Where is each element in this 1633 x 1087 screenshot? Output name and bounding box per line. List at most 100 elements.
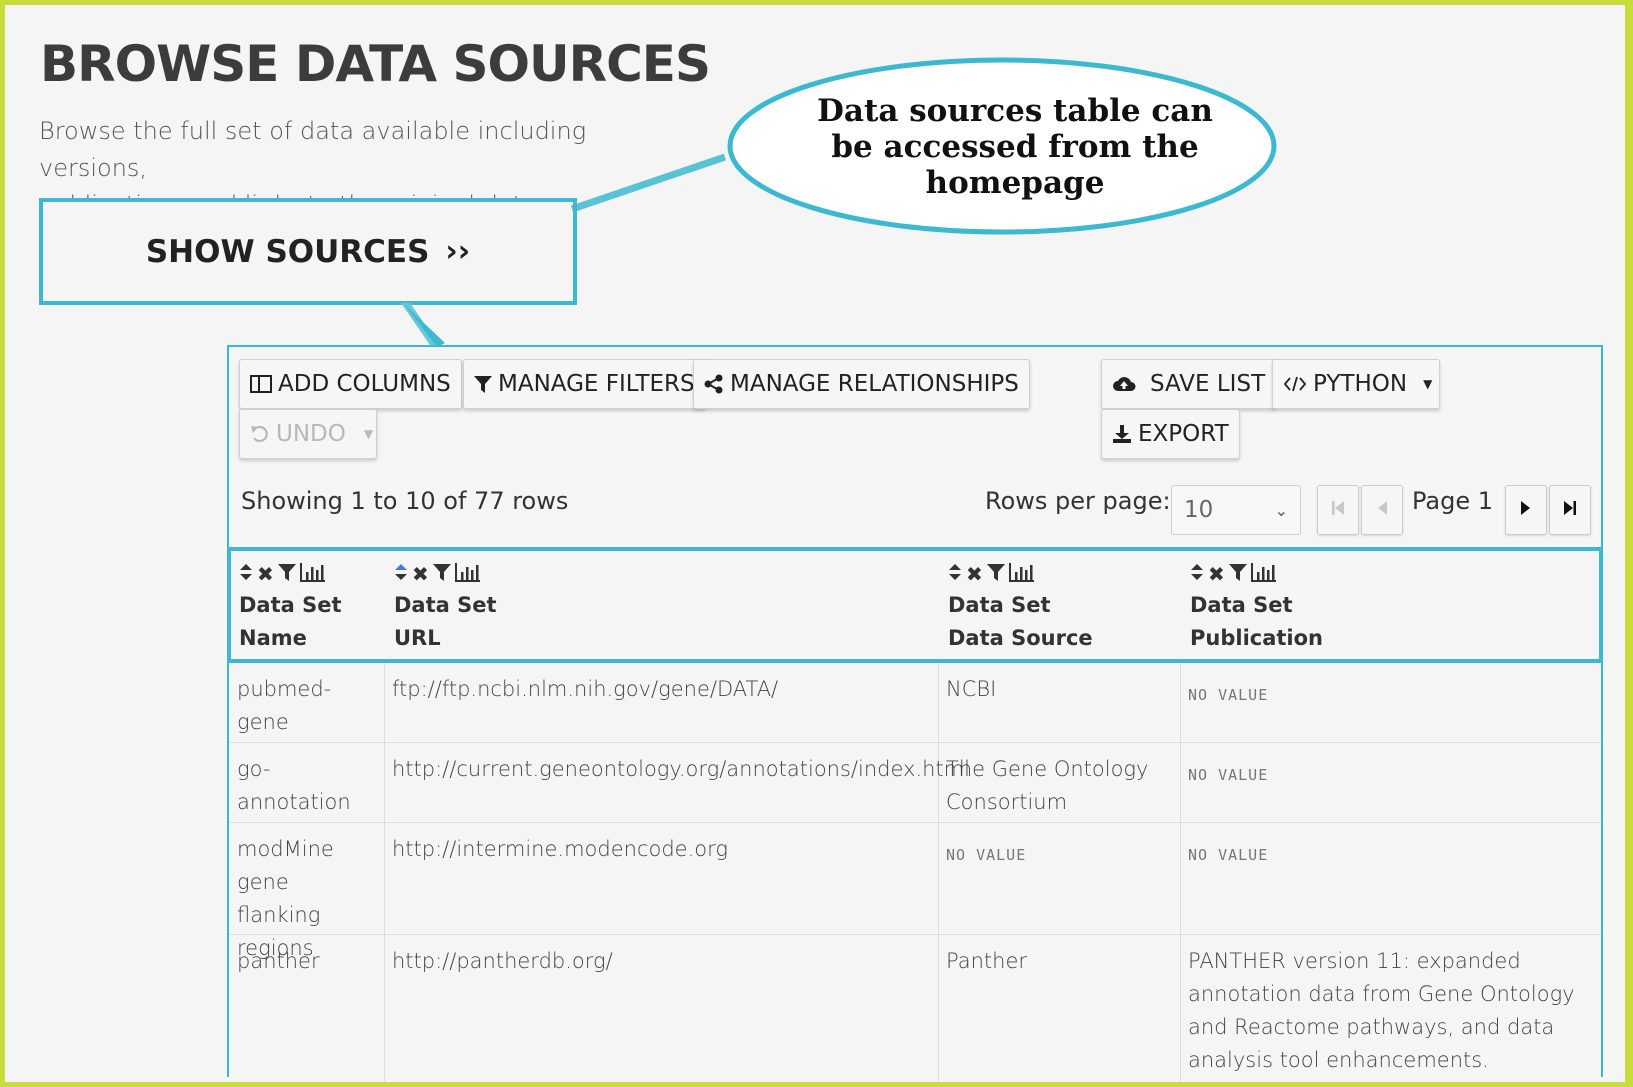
show-sources-label: SHOW SOURCES: [145, 233, 430, 270]
summary-chart-icon[interactable]: [299, 562, 326, 586]
column-header-publication: ✖ Data Set Publication: [1182, 551, 1599, 659]
remove-column-icon[interactable]: ✖: [257, 562, 274, 586]
cell-line: The Gene Ontology: [946, 757, 1149, 781]
column-tools: ✖: [239, 561, 378, 587]
cell-line: and Reactome pathways, and data: [1188, 1015, 1555, 1039]
sort-icon[interactable]: [394, 562, 408, 586]
table-row: modMine gene flanking regions http://int…: [229, 823, 1601, 960]
cell-line: annotation data from Gene Ontology: [1188, 982, 1575, 1006]
table-row: go-annotation http://current.geneontolog…: [229, 743, 1601, 823]
column-title: Data Set Data Source: [948, 589, 1174, 655]
cell-name: go-annotation: [237, 757, 351, 814]
column-title-line: Data Set: [1190, 593, 1293, 617]
last-page-button[interactable]: [1549, 485, 1591, 535]
caret-down-icon: ▼: [1423, 377, 1433, 391]
sort-icon[interactable]: [239, 562, 253, 586]
cell-publication-no-value: NO VALUE: [1188, 686, 1269, 704]
summary-chart-icon[interactable]: [1008, 562, 1035, 586]
python-button[interactable]: PYTHON ▼: [1272, 359, 1440, 409]
manage-filters-label: MANAGE FILTERS: [498, 371, 695, 397]
summary-chart-icon[interactable]: [454, 562, 481, 586]
callout-line: Data sources table can: [817, 93, 1213, 129]
table-header: ✖ Data Set Name ✖ Data Set URL ✖ Data Se…: [227, 547, 1603, 663]
cell-url[interactable]: ftp://ftp.ncbi.nlm.nih.gov/gene/DATA/: [384, 663, 938, 716]
add-columns-button[interactable]: ADD COLUMNS: [239, 359, 462, 409]
page-title: BROWSE DATA SOURCES: [40, 35, 711, 93]
undo-icon: [250, 424, 270, 444]
remove-column-icon[interactable]: ✖: [412, 562, 429, 586]
cell-url[interactable]: http://intermine.modencode.org: [384, 823, 938, 876]
cell-url[interactable]: http://current.geneontology.org/annotati…: [384, 743, 970, 796]
column-tools: ✖: [1190, 561, 1591, 587]
last-page-icon: [1562, 498, 1578, 522]
column-header-name: ✖ Data Set Name: [231, 551, 386, 659]
callout-text: Data sources table can be accessed from …: [765, 93, 1265, 201]
column-title: Data Set Name: [239, 589, 378, 655]
export-label: EXPORT: [1138, 421, 1229, 447]
cell-name: panther: [237, 949, 320, 973]
data-sources-panel: ADD COLUMNS MANAGE FILTERS MANAGE RELATI…: [227, 345, 1603, 1082]
cloud-upload-icon: [1112, 374, 1136, 394]
next-page-icon: [1519, 498, 1533, 522]
cell-url[interactable]: http://pantherdb.org/: [384, 935, 938, 988]
chevron-down-icon: ⌄: [1274, 500, 1288, 520]
cell-line: analysis tool enhancements.: [1188, 1048, 1489, 1072]
page-number: Page 1: [1412, 487, 1493, 515]
callout-line: be accessed from the: [831, 129, 1199, 165]
manage-filters-button[interactable]: MANAGE FILTERS: [463, 359, 706, 409]
undo-button[interactable]: UNDO ▼: [239, 409, 377, 459]
first-page-button[interactable]: [1317, 485, 1359, 535]
column-title-line: Data Set: [239, 593, 342, 617]
sort-icon[interactable]: [1190, 562, 1204, 586]
cell-data-source: NCBI: [946, 677, 997, 701]
sort-icon[interactable]: [948, 562, 962, 586]
remove-column-icon[interactable]: ✖: [1208, 562, 1225, 586]
cell-line: gene flanking: [237, 870, 321, 927]
show-sources-button[interactable]: SHOW SOURCES ››: [39, 198, 577, 305]
cell-line: Consortium: [946, 790, 1068, 814]
rows-per-page-label: Rows per page:: [985, 487, 1171, 515]
summary-chart-icon[interactable]: [1250, 562, 1277, 586]
column-tools: ✖: [394, 561, 932, 587]
python-label: PYTHON: [1313, 371, 1408, 397]
column-title-line: URL: [394, 626, 441, 650]
column-title: Data Set URL: [394, 589, 932, 655]
double-chevron-right-icon: ››: [445, 234, 471, 269]
save-list-label: SAVE LIST: [1150, 371, 1266, 397]
cell-data-source: The Gene Ontology Consortium: [938, 743, 1180, 829]
column-title: Data Set Publication: [1190, 589, 1591, 655]
add-columns-label: ADD COLUMNS: [278, 371, 451, 397]
cell-line: modMine: [237, 837, 334, 861]
filter-icon: [474, 374, 492, 394]
manage-relationships-button[interactable]: MANAGE RELATIONSHIPS: [693, 359, 1030, 409]
column-header-data-source: ✖ Data Set Data Source: [940, 551, 1182, 659]
cell-name: pubmed- gene: [229, 663, 384, 749]
next-page-button[interactable]: [1505, 485, 1547, 535]
pointer-tip: [405, 305, 445, 347]
columns-icon: [250, 374, 272, 394]
table-row: panther http://pantherdb.org/ Panther PA…: [229, 935, 1601, 1082]
rows-per-page-select[interactable]: 10 ⌄: [1171, 485, 1301, 535]
filter-icon[interactable]: [986, 562, 1005, 586]
undo-content: UNDO ▼: [250, 421, 373, 447]
cell-data-source-no-value: NO VALUE: [946, 846, 1027, 864]
save-list-button[interactable]: SAVE LIST: [1101, 359, 1277, 409]
remove-column-icon[interactable]: ✖: [966, 562, 983, 586]
first-page-icon: [1330, 498, 1346, 522]
cell-data-source: Panther: [946, 949, 1027, 973]
filter-icon[interactable]: [277, 562, 296, 586]
column-title-line: Publication: [1190, 626, 1324, 650]
cell-line: pubmed-: [237, 677, 332, 701]
code-icon: [1283, 374, 1307, 394]
column-title-line: Name: [239, 626, 307, 650]
table-row: pubmed- gene ftp://ftp.ncbi.nlm.nih.gov/…: [229, 663, 1601, 743]
export-button[interactable]: EXPORT: [1101, 409, 1240, 459]
previous-page-button[interactable]: [1361, 485, 1403, 535]
caret-down-icon: ▼: [363, 427, 374, 441]
column-tools: ✖: [948, 561, 1174, 587]
download-icon: [1112, 424, 1132, 444]
filter-icon[interactable]: [432, 562, 451, 586]
filter-icon[interactable]: [1228, 562, 1247, 586]
previous-page-icon: [1375, 498, 1389, 522]
callout-line: homepage: [925, 165, 1105, 201]
